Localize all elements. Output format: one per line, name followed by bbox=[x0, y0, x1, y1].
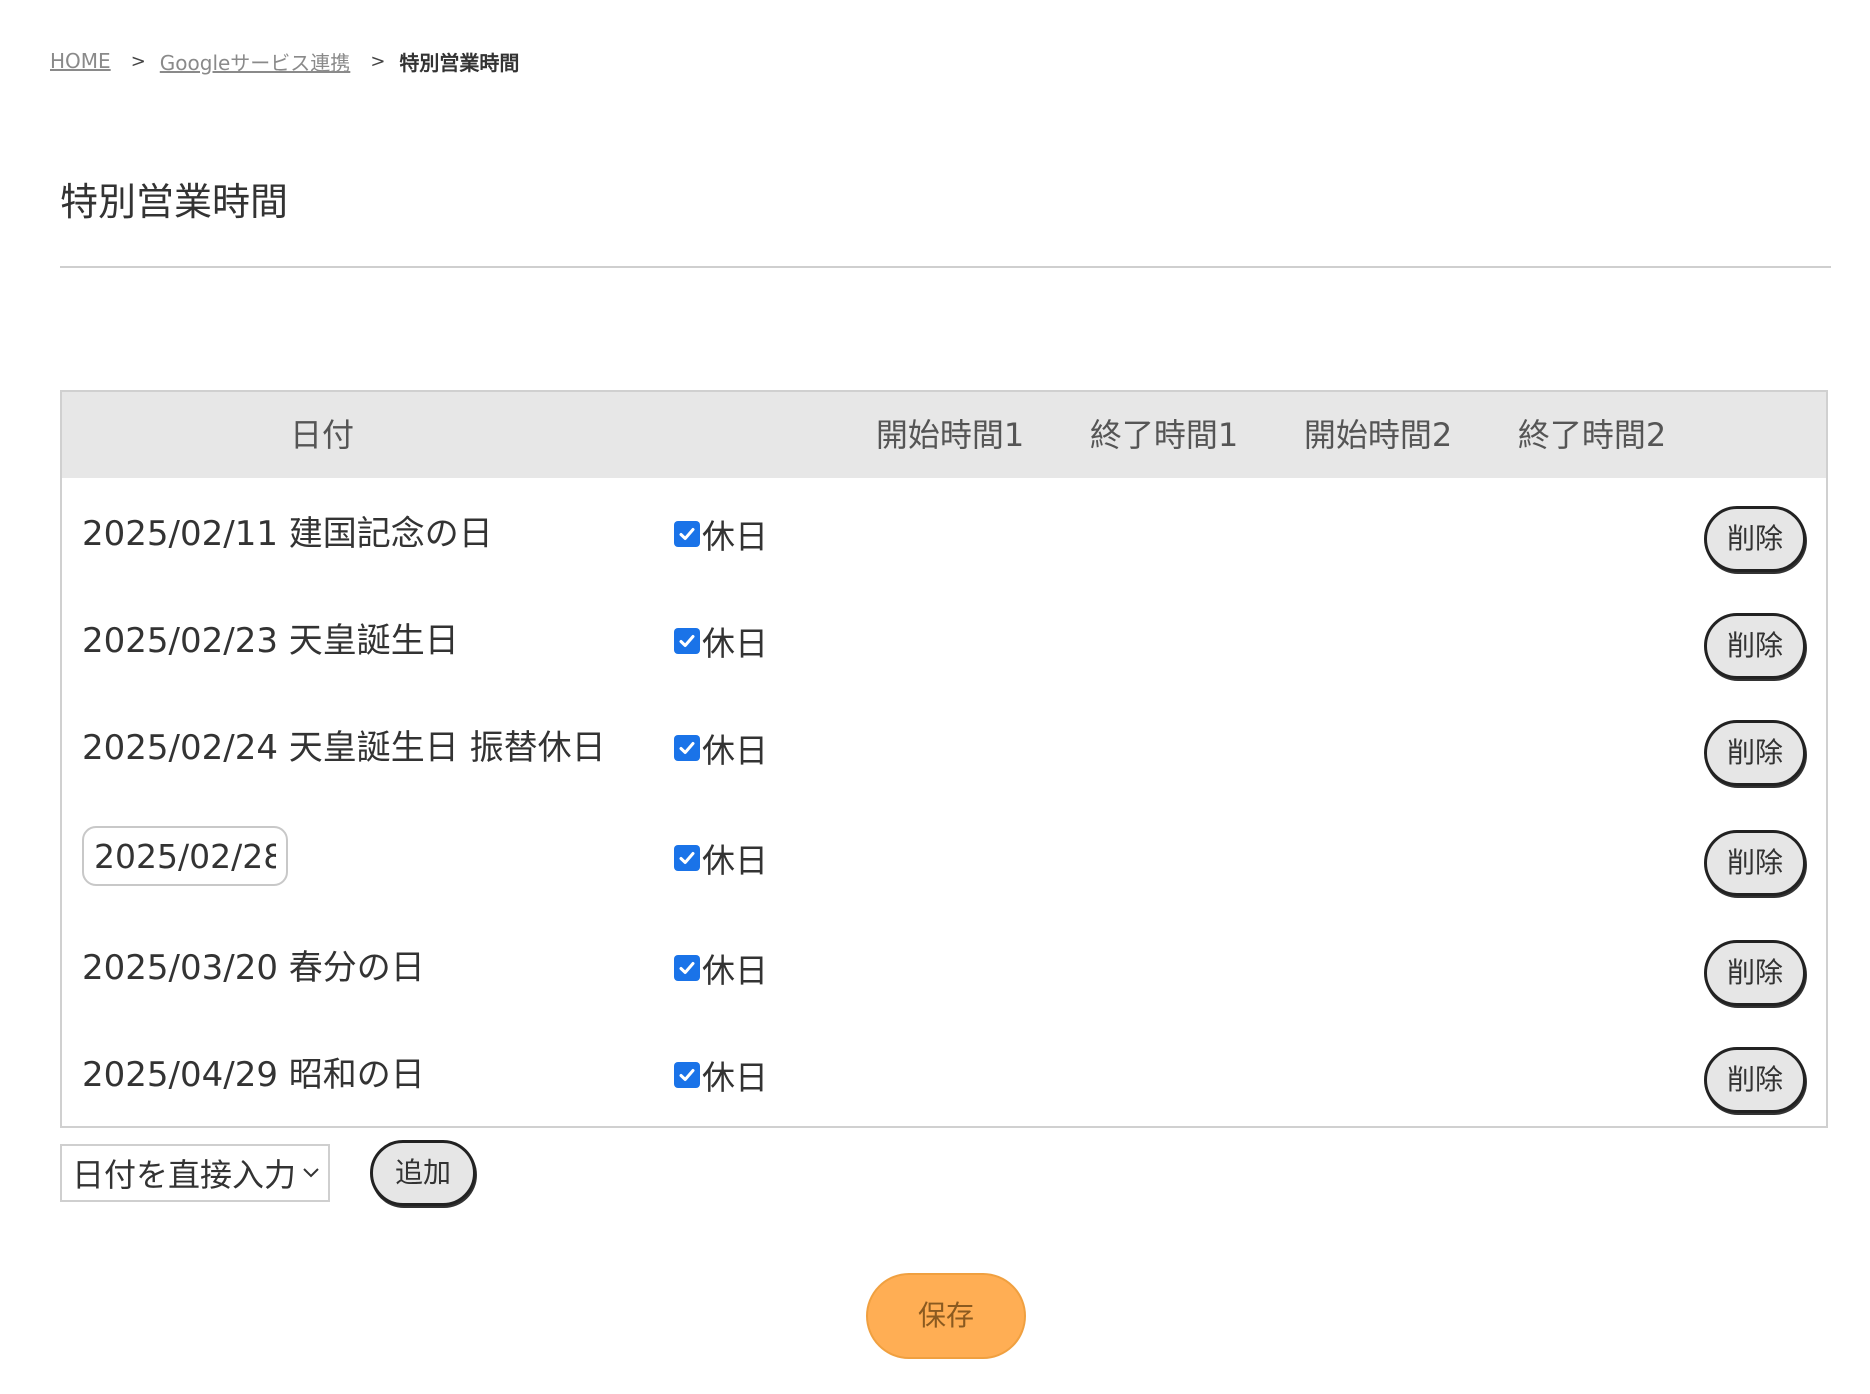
holiday-label: 休日 bbox=[702, 951, 768, 990]
holiday-checkbox[interactable] bbox=[674, 955, 700, 981]
holiday-checkbox[interactable] bbox=[674, 521, 700, 547]
holiday-toggle: 休日 bbox=[674, 918, 768, 1018]
delete-button[interactable]: 削除 bbox=[1704, 613, 1806, 679]
holiday-label: 休日 bbox=[702, 731, 768, 770]
add-button[interactable]: 追加 bbox=[370, 1140, 476, 1206]
table-row: 2025/02/11 建国記念の日 休日 削除 bbox=[62, 484, 1826, 584]
holiday-toggle: 休日 bbox=[674, 808, 768, 908]
holiday-toggle: 休日 bbox=[674, 591, 768, 691]
checkmark-icon bbox=[679, 1069, 695, 1081]
holiday-checkbox[interactable] bbox=[674, 628, 700, 654]
row-date: 2025/02/23 bbox=[82, 621, 278, 661]
row-date: 2025/02/11 bbox=[82, 514, 278, 554]
date-mode-select-value: 日付を直接入力 bbox=[72, 1156, 297, 1194]
table-row: 2025/04/29 昭和の日 休日 削除 bbox=[62, 1025, 1826, 1125]
checkmark-icon bbox=[679, 528, 695, 540]
save-button[interactable]: 保存 bbox=[866, 1273, 1026, 1359]
date-label: 2025/03/20 春分の日 bbox=[82, 918, 425, 1018]
holiday-label: 休日 bbox=[702, 1058, 768, 1097]
breadcrumb-separator: > bbox=[370, 50, 386, 72]
delete-button[interactable]: 削除 bbox=[1704, 830, 1806, 896]
holiday-toggle: 休日 bbox=[674, 698, 768, 798]
delete-button[interactable]: 削除 bbox=[1704, 506, 1806, 572]
header-end-time-1: 終了時間1 bbox=[1089, 416, 1239, 454]
header-start-time-2: 開始時間2 bbox=[1303, 416, 1453, 454]
header-date: 日付 bbox=[289, 416, 354, 454]
breadcrumb-home-link[interactable]: HOME bbox=[50, 49, 111, 73]
page: HOME > Googleサービス連携 > 特別営業時間 特別営業時間 日付 開… bbox=[0, 0, 1870, 1394]
special-hours-table: 日付 開始時間1 終了時間1 開始時間2 終了時間2 2025/02/11 建国… bbox=[60, 390, 1828, 1128]
title-divider bbox=[60, 266, 1831, 268]
checkmark-icon bbox=[679, 742, 695, 754]
checkmark-icon bbox=[679, 635, 695, 647]
holiday-toggle: 休日 bbox=[674, 1025, 768, 1125]
date-input[interactable] bbox=[82, 826, 288, 886]
delete-button[interactable]: 削除 bbox=[1704, 1047, 1806, 1113]
table-row: 2025/03/20 春分の日 休日 削除 bbox=[62, 918, 1826, 1018]
holiday-checkbox[interactable] bbox=[674, 845, 700, 871]
date-label: 2025/02/24 天皇誕生日 振替休日 bbox=[82, 698, 606, 798]
holiday-label: 休日 bbox=[702, 841, 768, 880]
holiday-toggle: 休日 bbox=[674, 484, 768, 584]
delete-button[interactable]: 削除 bbox=[1704, 720, 1806, 786]
breadcrumb-google-link[interactable]: Googleサービス連携 bbox=[160, 47, 351, 76]
row-holiday-name: 天皇誕生日 振替休日 bbox=[288, 728, 606, 768]
row-holiday-name: 建国記念の日 bbox=[288, 514, 493, 554]
date-label: 2025/04/29 昭和の日 bbox=[82, 1025, 425, 1125]
chevron-down-icon bbox=[302, 1164, 320, 1183]
row-date: 2025/02/24 bbox=[82, 728, 278, 768]
breadcrumb: HOME > Googleサービス連携 > 特別営業時間 bbox=[50, 46, 519, 76]
checkmark-icon bbox=[679, 852, 695, 864]
date-mode-select[interactable]: 日付を直接入力 bbox=[60, 1144, 330, 1202]
row-date: 2025/03/20 bbox=[82, 948, 278, 988]
row-date: 2025/04/29 bbox=[82, 1055, 278, 1095]
breadcrumb-separator: > bbox=[130, 50, 146, 72]
row-holiday-name: 天皇誕生日 bbox=[288, 621, 459, 661]
row-holiday-name: 春分の日 bbox=[288, 948, 425, 988]
holiday-checkbox[interactable] bbox=[674, 1062, 700, 1088]
table-row: 2025/02/23 天皇誕生日 休日 削除 bbox=[62, 591, 1826, 691]
holiday-label: 休日 bbox=[702, 624, 768, 663]
checkmark-icon bbox=[679, 962, 695, 974]
header-start-time-1: 開始時間1 bbox=[875, 416, 1025, 454]
page-title: 特別営業時間 bbox=[60, 180, 289, 224]
header-end-time-2: 終了時間2 bbox=[1517, 416, 1667, 454]
table-row: 2025/02/24 天皇誕生日 振替休日 休日 削除 bbox=[62, 698, 1826, 798]
holiday-label: 休日 bbox=[702, 517, 768, 556]
date-label: 2025/02/11 建国記念の日 bbox=[82, 484, 493, 584]
row-holiday-name: 昭和の日 bbox=[288, 1055, 425, 1095]
delete-button[interactable]: 削除 bbox=[1704, 940, 1806, 1006]
date-label: 2025/02/23 天皇誕生日 bbox=[82, 591, 459, 691]
breadcrumb-current: 特別営業時間 bbox=[399, 50, 520, 75]
table-row: 休日 削除 bbox=[62, 808, 1826, 908]
table-header: 日付 開始時間1 終了時間1 開始時間2 終了時間2 bbox=[62, 392, 1826, 478]
holiday-checkbox[interactable] bbox=[674, 735, 700, 761]
